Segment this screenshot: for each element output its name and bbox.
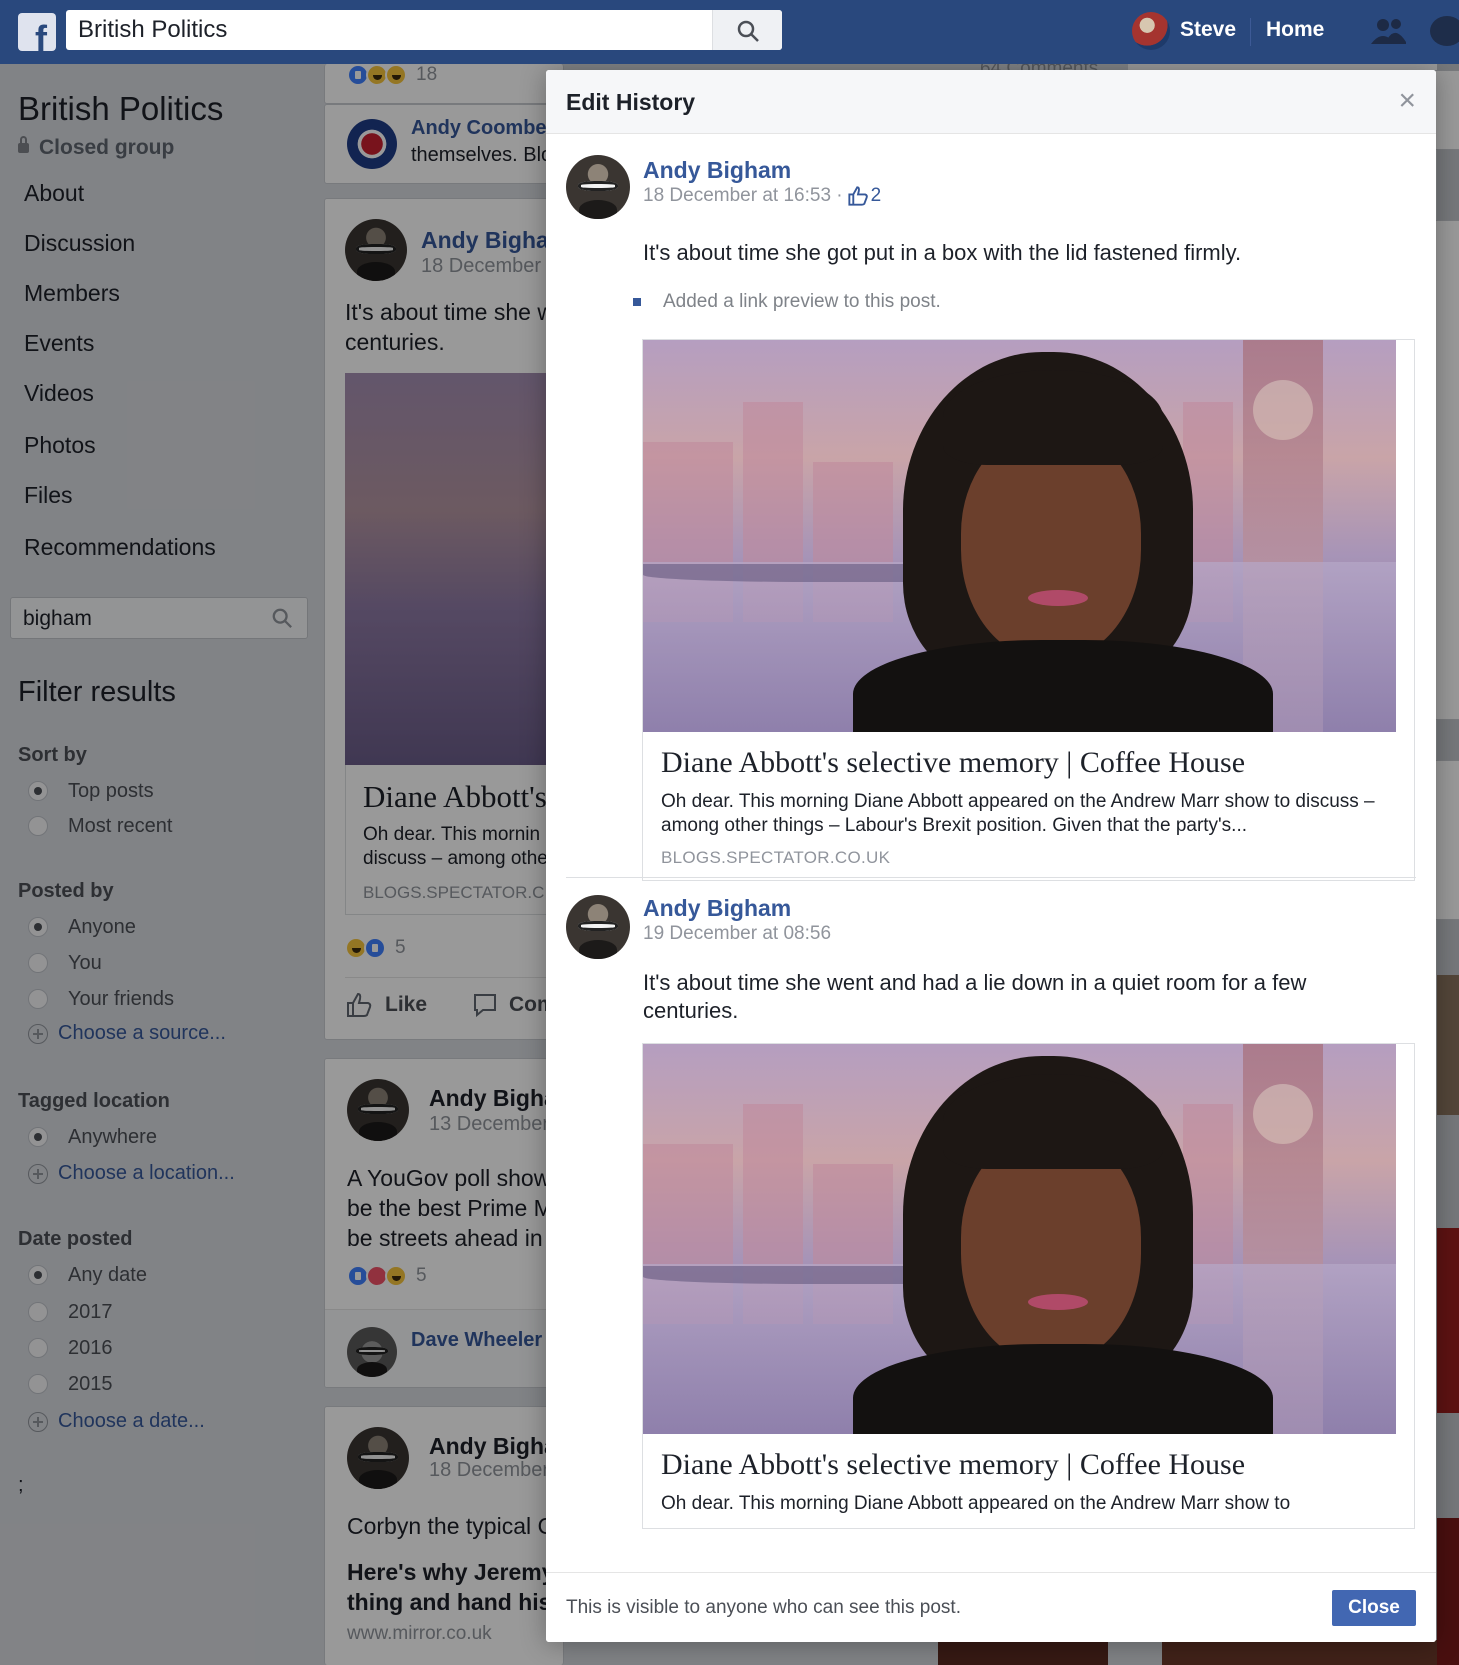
divider	[1250, 18, 1251, 46]
facebook-logo-icon[interactable]: f	[18, 13, 56, 51]
messenger-icon[interactable]	[1430, 16, 1459, 46]
link-preview-image[interactable]	[643, 340, 1396, 732]
global-search-input[interactable]	[78, 16, 678, 44]
edit-date: 18 December at 16:53 ·	[643, 185, 843, 206]
lips	[1028, 590, 1088, 606]
change-description-label: Added a link preview to this post.	[663, 291, 941, 312]
profile-link[interactable]: Steve	[1180, 18, 1236, 42]
search-icon	[737, 20, 759, 42]
author-avatar[interactable]	[566, 895, 630, 959]
author-name[interactable]: Andy Bigham	[643, 895, 791, 922]
thumbs-up-icon	[848, 186, 868, 206]
fringe	[943, 1074, 1163, 1169]
shoulders	[853, 640, 1273, 732]
lips	[1028, 1294, 1088, 1310]
link-preview-info[interactable]: Diane Abbott's selective memory | Coffee…	[643, 732, 1414, 880]
link-preview-card[interactable]: Diane Abbott's selective memory | Coffee…	[642, 339, 1415, 881]
edit-date: 19 December at 08:56	[643, 923, 832, 944]
link-preview-card[interactable]: Diane Abbott's selective memory | Coffee…	[642, 1043, 1415, 1529]
close-button[interactable]: Close	[1332, 1590, 1416, 1626]
friend-requests-icon[interactable]	[1370, 16, 1408, 46]
close-icon[interactable]: ×	[1398, 86, 1416, 116]
global-search-button[interactable]	[712, 10, 782, 50]
dialog-body[interactable]: Andy Bigham 18 December at 16:53 · 2 It'…	[546, 135, 1436, 1572]
home-link[interactable]: Home	[1266, 18, 1324, 42]
shoulders	[853, 1344, 1273, 1434]
visibility-note: This is visible to anyone who can see th…	[566, 1597, 961, 1618]
link-title[interactable]: Diane Abbott's selective memory | Coffee…	[661, 1448, 1396, 1482]
link-preview-info[interactable]: Diane Abbott's selective memory | Coffee…	[643, 1434, 1414, 1528]
author-avatar[interactable]	[566, 155, 630, 219]
edit-text: It's about time she went and had a lie d…	[643, 970, 1307, 1023]
top-navigation-bar: f Steve Home	[0, 0, 1459, 64]
edit-text: It's about time she got put in a box wit…	[643, 240, 1242, 265]
link-preview-image[interactable]	[643, 1044, 1396, 1434]
bullet-icon	[633, 298, 641, 306]
dialog-footer: This is visible to anyone who can see th…	[546, 1572, 1436, 1642]
dialog-header: Edit History ×	[546, 70, 1436, 134]
link-title[interactable]: Diane Abbott's selective memory | Coffee…	[661, 746, 1396, 780]
like-count[interactable]: 2	[847, 185, 882, 207]
link-domain: BLOGS.SPECTATOR.CO.UK	[661, 848, 891, 867]
link-description: Oh dear. This morning Diane Abbott appea…	[661, 791, 1375, 836]
fringe	[943, 370, 1163, 465]
link-description: Oh dear. This morning Diane Abbott appea…	[661, 1493, 1291, 1514]
edit-timestamp: 18 December at 16:53 · 2	[643, 185, 881, 207]
dialog-title: Edit History	[566, 89, 696, 115]
author-name[interactable]: Andy Bigham	[643, 157, 791, 184]
global-search	[66, 10, 782, 50]
user-avatar[interactable]	[1132, 12, 1170, 50]
like-count-value: 2	[870, 185, 882, 206]
edit-history-dialog: Edit History × Andy Bigham 18 December a…	[546, 70, 1436, 1642]
edit-timestamp: 19 December at 08:56	[643, 923, 831, 945]
entry-divider	[566, 877, 1416, 878]
change-description: Added a link preview to this post.	[633, 291, 941, 313]
